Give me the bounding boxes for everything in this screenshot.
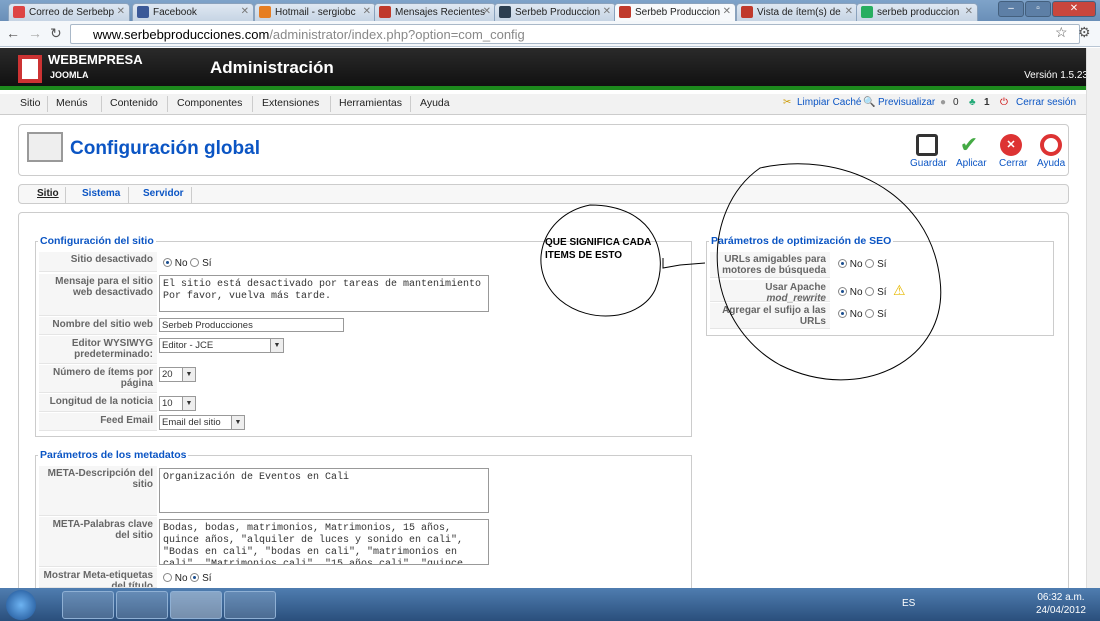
chrome-taskbar-icon[interactable] [170,591,222,619]
annotation-drawing [540,163,942,381]
language-indicator[interactable]: ES [902,598,915,609]
network-taskbar-icon[interactable] [224,591,276,619]
ie-taskbar-icon[interactable] [62,591,114,619]
page-scrollbar[interactable] [1086,48,1100,588]
handwritten-note: QUE SIGNIFICA CADA ITEMS DE ESTO [545,237,651,261]
system-clock[interactable]: 06:32 a.m. 24/04/2012 [1036,591,1086,617]
start-button[interactable] [6,590,36,620]
clock-date: 24/04/2012 [1035,605,1086,616]
explorer-taskbar-icon[interactable] [116,591,168,619]
clock-time: 06:32 a.m. [1037,592,1085,603]
